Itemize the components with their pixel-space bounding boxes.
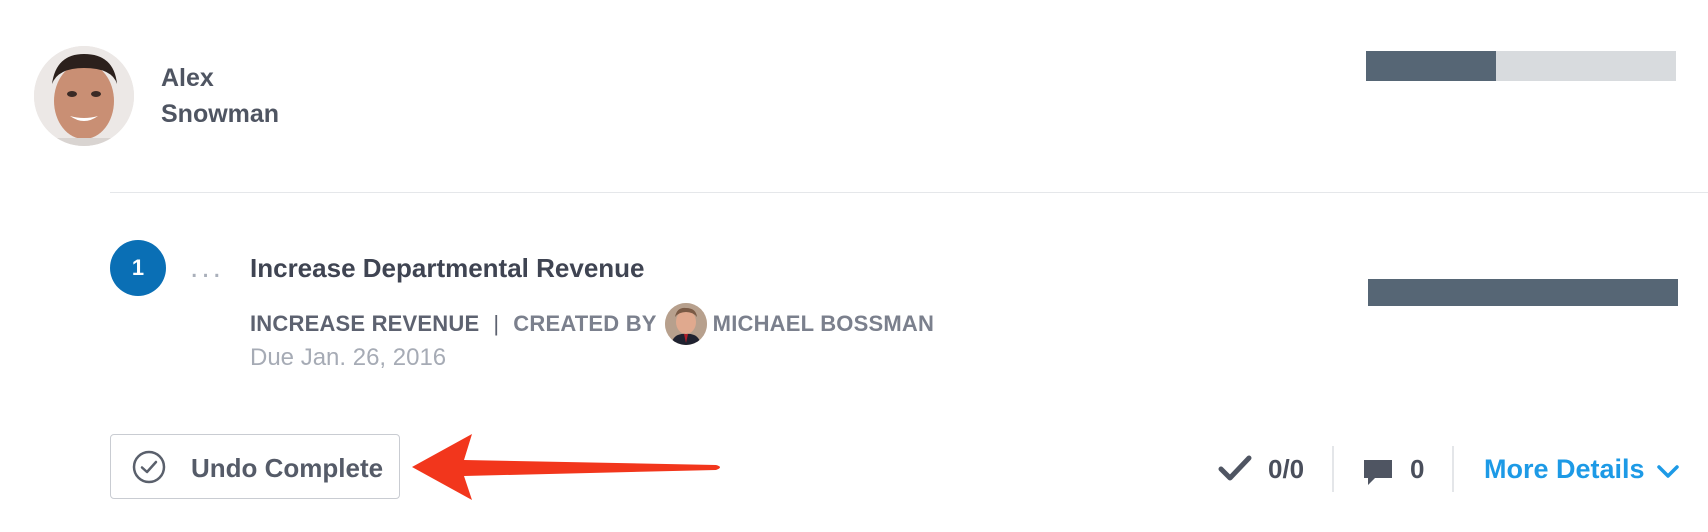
user-avatar[interactable]: [34, 46, 134, 146]
more-options-icon[interactable]: ...: [190, 253, 224, 283]
creator-avatar[interactable]: [664, 303, 707, 345]
created-by-label: CREATED BY: [513, 311, 657, 336]
user-name[interactable]: Alex Snowman: [161, 60, 279, 132]
goal-title[interactable]: Increase Departmental Revenue: [250, 252, 645, 284]
goal-progress-fill: [1368, 279, 1678, 306]
user-last-name: Snowman: [161, 100, 280, 128]
stat-divider: [1332, 446, 1334, 492]
comment-icon: [1364, 460, 1392, 485]
goal-number-badge: 1: [110, 240, 166, 296]
check-circle-icon: [132, 450, 166, 484]
creator-name[interactable]: MICHAEL BOSSMAN: [713, 311, 934, 337]
stat-divider: [1452, 446, 1454, 492]
annotation-arrow-icon: [412, 434, 720, 500]
goal-category[interactable]: INCREASE REVENUE: [250, 311, 479, 337]
chevron-down-icon: [1656, 465, 1679, 478]
divider: [110, 192, 1708, 193]
user-progress-bar: [1366, 51, 1676, 81]
comment-count: 0: [1410, 454, 1425, 484]
goal-progress-bar: [1368, 279, 1678, 306]
undo-complete-button[interactable]: Undo Complete: [110, 434, 400, 499]
undo-complete-label: Undo Complete: [191, 453, 384, 483]
meta-separator: |: [493, 311, 500, 336]
more-details-link[interactable]: More Details: [1484, 451, 1679, 487]
goal-meta: INCREASE REVENUE | CREATED BY MICHAEL BO…: [250, 302, 934, 346]
user-progress-fill: [1366, 51, 1497, 81]
goal-due-date: Due Jan. 26, 2016: [250, 344, 447, 371]
task-count: 0/0: [1268, 454, 1305, 484]
more-details-label: More Details: [1484, 454, 1645, 484]
checkmark-icon: [1218, 455, 1252, 481]
user-first-name: Alex: [161, 64, 214, 92]
